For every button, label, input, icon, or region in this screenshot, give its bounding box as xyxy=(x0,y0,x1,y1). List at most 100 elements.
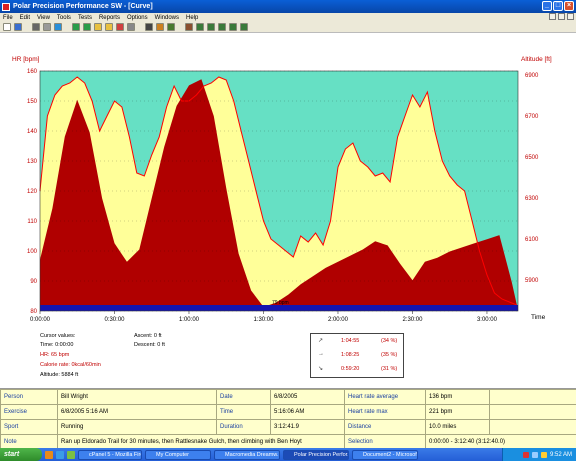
menu-edit[interactable]: Edit xyxy=(20,15,30,21)
start-label: start xyxy=(4,451,20,458)
menu-file[interactable]: File xyxy=(3,15,13,21)
task-my-computer[interactable]: My Computer xyxy=(145,449,211,460)
left-tick-label: 120 xyxy=(27,189,38,195)
globe-icon[interactable] xyxy=(54,23,62,31)
cursor-descent: Descent: 0 ft xyxy=(134,342,165,348)
analysis-icon[interactable] xyxy=(196,23,204,31)
menu-options[interactable]: Options xyxy=(127,15,148,21)
calendar-icon[interactable] xyxy=(156,23,164,31)
task-word-document[interactable]: Document2 - Microsof... xyxy=(352,449,418,460)
task-firefox[interactable]: cPanel 5 - Mozilla Fire... xyxy=(78,449,142,460)
left-tick-label: 130 xyxy=(27,159,38,165)
task-polar[interactable]: Polar Precision Perfor... xyxy=(283,449,349,460)
compare-icon[interactable] xyxy=(207,23,215,31)
right-tick-label: 6300 xyxy=(525,196,539,202)
task-dreamweaver[interactable]: Macromedia Dreamw... xyxy=(214,449,280,460)
folder-open-icon[interactable] xyxy=(105,23,113,31)
distance-value[interactable]: 10.0 miles xyxy=(425,419,490,435)
left-tick-label: 80 xyxy=(30,309,37,315)
exercise-summary-table: Person Bill Wright Date 6/8/2005 Heart r… xyxy=(0,388,576,450)
left-tick-label: 150 xyxy=(27,99,38,105)
date-value[interactable]: 6/8/2005 xyxy=(270,389,345,405)
menu-view[interactable]: View xyxy=(37,15,50,21)
exercise-icon[interactable] xyxy=(218,23,226,31)
mdi-close-button[interactable] xyxy=(567,13,574,20)
minimize-button[interactable]: _ xyxy=(542,1,552,11)
firefox-icon[interactable] xyxy=(45,450,53,459)
ie-icon[interactable] xyxy=(56,450,64,459)
hr-altitude-chart[interactable]: 160 150 140 130 120 110 100 90 80 6900 6700 6500 630… xyxy=(0,33,576,328)
table-icon[interactable] xyxy=(167,23,175,31)
polar-app-icon xyxy=(2,2,10,11)
hr-max-value[interactable]: 221 bpm xyxy=(425,404,490,420)
maximize-button[interactable]: □ xyxy=(553,1,563,11)
volume-icon[interactable] xyxy=(540,451,547,458)
left-tick-label: 90 xyxy=(30,279,37,285)
taskbar: start cPanel 5 - Mozilla Fire... My Comp… xyxy=(0,448,576,461)
export-icon[interactable] xyxy=(229,23,237,31)
time-value[interactable]: 5:16:06 AM xyxy=(270,404,345,420)
back-icon[interactable] xyxy=(72,23,80,31)
grid-icon[interactable] xyxy=(127,23,135,31)
start-button[interactable]: start xyxy=(0,448,42,461)
print-icon[interactable] xyxy=(32,23,40,31)
chart-icon[interactable] xyxy=(116,23,124,31)
left-axis-label: HR [bpm] xyxy=(12,56,40,63)
zoom-icon[interactable] xyxy=(145,23,153,31)
menu-help[interactable]: Help xyxy=(186,15,198,21)
slope-row-up: ↗ 1:04:55 (34 %) xyxy=(318,338,398,344)
cursor-time: Time: 0:00:00 xyxy=(40,342,74,348)
duration-value[interactable]: 3:12:41.9 xyxy=(270,419,345,435)
cursor-calorie-rate: Calorie rate: 0kcal/60min xyxy=(40,362,101,368)
new-file-icon[interactable] xyxy=(3,23,11,31)
left-tick-label: 100 xyxy=(27,249,38,255)
desktop-icon[interactable] xyxy=(67,450,75,459)
right-tick-label: 6500 xyxy=(525,155,539,161)
summary-row-person: Person Bill Wright Date 6/8/2005 Heart r… xyxy=(0,389,576,405)
summary-row-sport: Sport Running Duration 3:12:41.9 Distanc… xyxy=(0,419,576,435)
slope-summary-box: ↗ 1:04:55 (34 %) → 1:08:25 (35 %) ↘ 0:59… xyxy=(310,333,404,378)
x-tick-label: 2:00:00 xyxy=(328,317,349,323)
mdi-restore-button[interactable] xyxy=(558,13,565,20)
menu-windows[interactable]: Windows xyxy=(155,15,179,21)
menu-tools[interactable]: Tools xyxy=(57,15,71,21)
save-icon[interactable] xyxy=(14,23,22,31)
cursor-altitude: Altitude: 5884 ft xyxy=(40,372,79,378)
slope-row-flat: → 1:08:25 (35 %) xyxy=(318,351,398,358)
arrow-right-icon: → xyxy=(318,351,324,357)
close-button[interactable]: × xyxy=(564,1,574,11)
person-value[interactable]: Bill Wright xyxy=(57,389,217,405)
right-tick-label: 6900 xyxy=(525,73,539,79)
x-tick-label: 0:30:00 xyxy=(104,317,125,323)
x-tick-label: 0:00:00 xyxy=(30,317,51,323)
exercise-value[interactable]: 6/8/2005 5:16 AM xyxy=(57,404,217,420)
x-axis-label: Time xyxy=(531,314,546,321)
right-tick-label: 6100 xyxy=(525,237,539,243)
left-tick-label: 160 xyxy=(27,69,38,75)
hr-average-value[interactable]: 136 bpm xyxy=(425,389,490,405)
x-tick-label: 2:30:00 xyxy=(402,317,423,323)
mdi-minimize-button[interactable] xyxy=(549,13,556,20)
network-icon[interactable] xyxy=(531,451,538,458)
menu-tests[interactable]: Tests xyxy=(78,15,92,21)
tray-app-icon[interactable] xyxy=(522,451,529,458)
menu-bar: File Edit View Tools Tests Reports Optio… xyxy=(0,13,576,22)
left-tick-label: 110 xyxy=(27,219,37,225)
left-tick-label: 140 xyxy=(27,129,38,135)
cursor-ascent: Ascent: 0 ft xyxy=(134,333,162,339)
preview-icon[interactable] xyxy=(43,23,51,31)
cursor-info-panel: Cursor values: Time: 0:00:00 HR: 65 bpm … xyxy=(0,328,576,386)
toolbar xyxy=(0,22,576,33)
settings-icon[interactable] xyxy=(185,23,193,31)
forward-icon[interactable] xyxy=(83,23,91,31)
right-axis-label: Altitude [ft] xyxy=(521,56,552,63)
window-title: Polar Precision Performance SW - [Curve] xyxy=(13,3,153,10)
person-icon[interactable] xyxy=(240,23,248,31)
cursor-title: Cursor values: xyxy=(40,333,76,339)
sport-value[interactable]: Running xyxy=(57,419,217,435)
right-tick-label: 5900 xyxy=(525,278,539,284)
system-tray: 9:52 AM xyxy=(502,448,576,461)
arrow-down-right-icon: ↘ xyxy=(318,366,324,372)
folder-icon[interactable] xyxy=(94,23,102,31)
menu-reports[interactable]: Reports xyxy=(99,15,120,21)
